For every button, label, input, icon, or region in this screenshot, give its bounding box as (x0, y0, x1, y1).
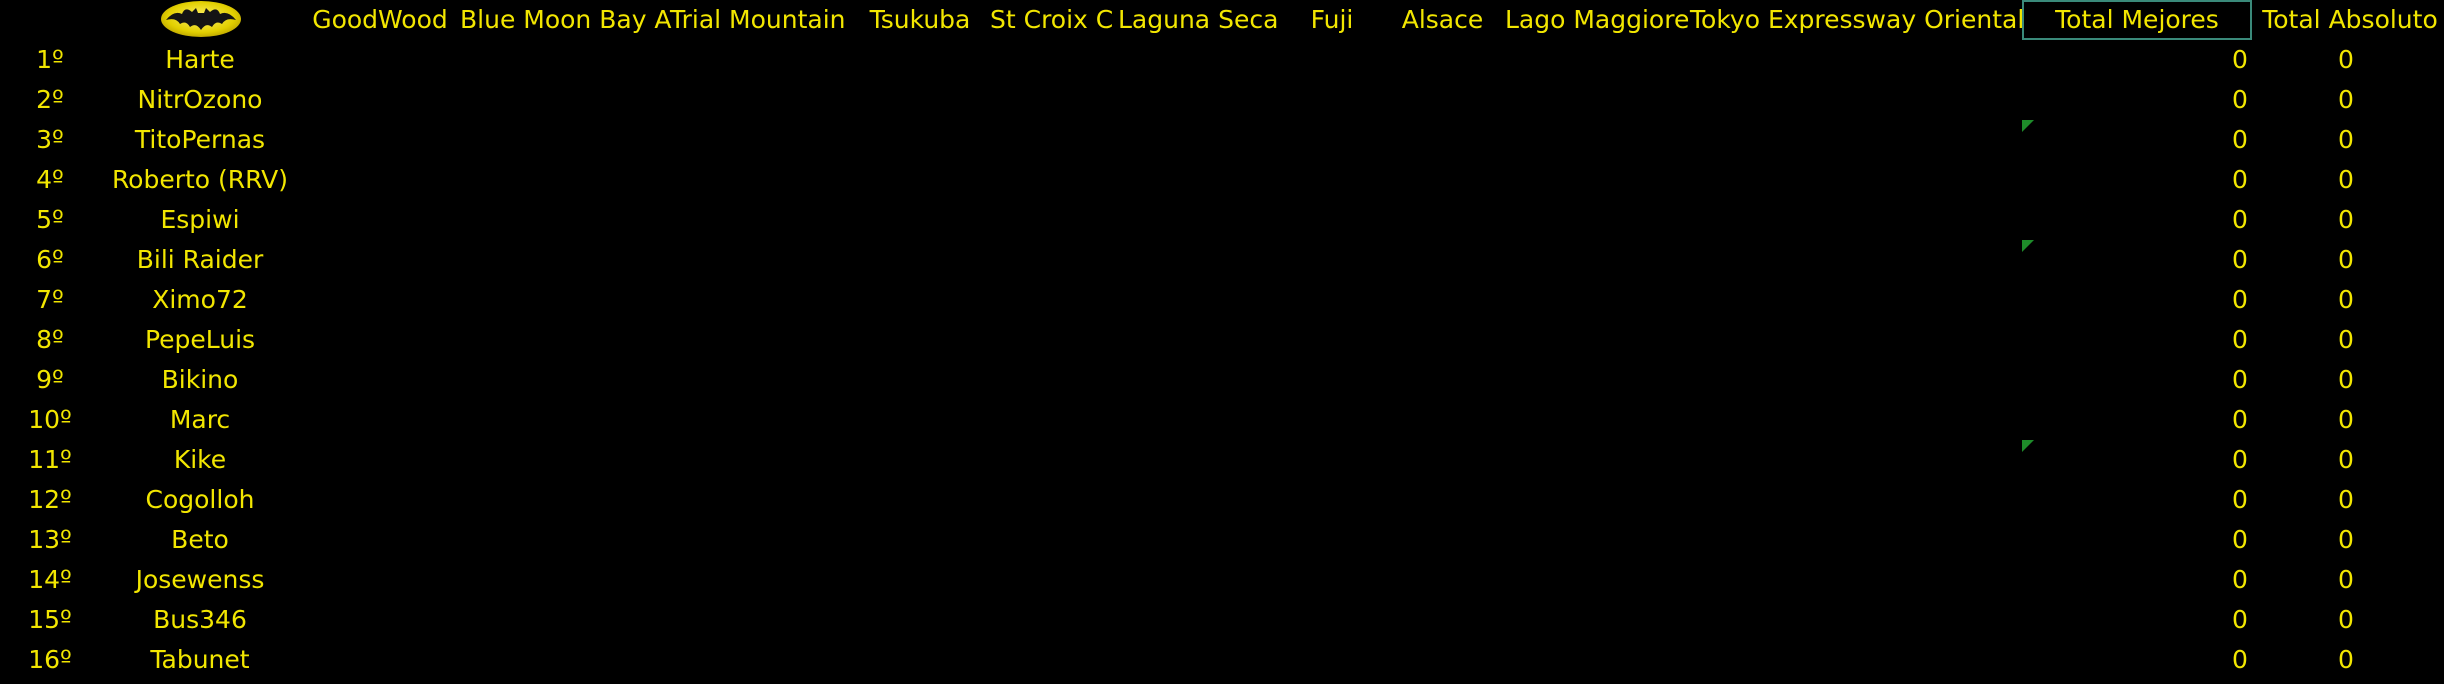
total-mejores-cell[interactable]: 0 (2200, 400, 2280, 440)
spreadsheet-grid: GoodWood Blue Moon Bay A Trial Mountain … (0, 0, 2444, 684)
header-cell-track[interactable]: Laguna Seca (1118, 0, 1278, 40)
driver-name-cell[interactable]: Cogolloh (100, 480, 300, 520)
header-cell-track[interactable]: GoodWood (305, 0, 455, 40)
header-cell-track[interactable]: Tokyo Expressway Oriental (1690, 0, 2024, 40)
driver-name-cell[interactable]: Bili Raider (100, 240, 300, 280)
position-cell[interactable]: 15º (10, 600, 90, 640)
position-cell[interactable]: 4º (10, 160, 90, 200)
total-absoluto-cell[interactable]: 0 (2306, 40, 2386, 80)
total-mejores-cell[interactable]: 0 (2200, 600, 2280, 640)
total-absoluto-cell[interactable]: 0 (2306, 160, 2386, 200)
driver-name-cell[interactable]: Beto (100, 520, 300, 560)
total-absoluto-cell[interactable]: 0 (2306, 320, 2386, 360)
total-mejores-cell[interactable]: 0 (2200, 640, 2280, 680)
driver-name-cell[interactable]: Tabunet (100, 640, 300, 680)
position-cell[interactable]: 9º (10, 360, 90, 400)
header-cell-track[interactable]: Trial Mountain (670, 0, 846, 40)
total-mejores-cell[interactable]: 0 (2200, 520, 2280, 560)
bat-logo-icon (160, 0, 242, 38)
total-mejores-cell[interactable]: 0 (2200, 280, 2280, 320)
total-absoluto-cell[interactable]: 0 (2306, 200, 2386, 240)
total-absoluto-cell[interactable]: 0 (2306, 520, 2386, 560)
total-mejores-cell[interactable]: 0 (2200, 120, 2280, 160)
total-absoluto-cell[interactable]: 0 (2306, 440, 2386, 480)
driver-name-cell[interactable]: NitrOzono (100, 80, 300, 120)
total-mejores-cell[interactable]: 0 (2200, 240, 2280, 280)
total-absoluto-cell[interactable]: 0 (2306, 400, 2386, 440)
driver-name-cell[interactable]: Roberto (RRV) (100, 160, 300, 200)
position-cell[interactable]: 8º (10, 320, 90, 360)
total-mejores-cell[interactable]: 0 (2200, 440, 2280, 480)
position-cell[interactable]: 16º (10, 640, 90, 680)
header-cell-track[interactable]: St Croix C (990, 0, 1113, 40)
position-cell[interactable]: 12º (10, 480, 90, 520)
position-cell[interactable]: 2º (10, 80, 90, 120)
comment-indicator-icon[interactable] (2022, 120, 2034, 132)
total-mejores-cell[interactable]: 0 (2200, 80, 2280, 120)
driver-name-cell[interactable]: Harte (100, 40, 300, 80)
position-cell[interactable]: 6º (10, 240, 90, 280)
comment-indicator-icon[interactable] (2022, 440, 2034, 452)
header-cell-track[interactable]: Alsace (1390, 0, 1495, 40)
total-mejores-cell[interactable]: 0 (2200, 160, 2280, 200)
header-cell-track[interactable]: Blue Moon Bay A (460, 0, 672, 40)
driver-name-cell[interactable]: Ximo72 (100, 280, 300, 320)
total-absoluto-cell[interactable]: 0 (2306, 120, 2386, 160)
total-mejores-cell[interactable]: 0 (2200, 200, 2280, 240)
total-absoluto-cell[interactable]: 0 (2306, 640, 2386, 680)
comment-indicator-icon[interactable] (2022, 240, 2034, 252)
driver-name-cell[interactable]: Espiwi (100, 200, 300, 240)
driver-name-cell[interactable]: PepeLuis (100, 320, 300, 360)
total-absoluto-cell[interactable]: 0 (2306, 560, 2386, 600)
driver-name-cell[interactable]: Marc (100, 400, 300, 440)
position-cell[interactable]: 13º (10, 520, 90, 560)
driver-name-cell[interactable]: Josewenss (100, 560, 300, 600)
total-mejores-cell[interactable]: 0 (2200, 40, 2280, 80)
total-mejores-cell[interactable]: 0 (2200, 320, 2280, 360)
driver-name-cell[interactable]: Bus346 (100, 600, 300, 640)
total-absoluto-cell[interactable]: 0 (2306, 480, 2386, 520)
header-cell-track[interactable]: Tsukuba (860, 0, 980, 40)
total-absoluto-cell[interactable]: 0 (2306, 280, 2386, 320)
position-cell[interactable]: 5º (10, 200, 90, 240)
position-cell[interactable]: 7º (10, 280, 90, 320)
header-cell-track[interactable]: Lago Maggiore (1505, 0, 1689, 40)
position-cell[interactable]: 10º (10, 400, 90, 440)
header-cell-total-absoluto[interactable]: Total Absoluto (2260, 0, 2440, 40)
header-cell-track[interactable]: Fuji (1302, 0, 1362, 40)
total-absoluto-cell[interactable]: 0 (2306, 240, 2386, 280)
position-cell[interactable]: 14º (10, 560, 90, 600)
driver-name-cell[interactable]: TitoPernas (100, 120, 300, 160)
total-mejores-cell[interactable]: 0 (2200, 360, 2280, 400)
position-cell[interactable]: 1º (10, 40, 90, 80)
total-absoluto-cell[interactable]: 0 (2306, 80, 2386, 120)
driver-name-cell[interactable]: Kike (100, 440, 300, 480)
position-cell[interactable]: 11º (10, 440, 90, 480)
header-cell-total-mejores[interactable]: Total Mejores (2022, 0, 2252, 40)
total-absoluto-cell[interactable]: 0 (2306, 600, 2386, 640)
position-cell[interactable]: 3º (10, 120, 90, 160)
driver-name-cell[interactable]: Bikino (100, 360, 300, 400)
total-absoluto-cell[interactable]: 0 (2306, 360, 2386, 400)
total-mejores-cell[interactable]: 0 (2200, 480, 2280, 520)
total-mejores-cell[interactable]: 0 (2200, 560, 2280, 600)
